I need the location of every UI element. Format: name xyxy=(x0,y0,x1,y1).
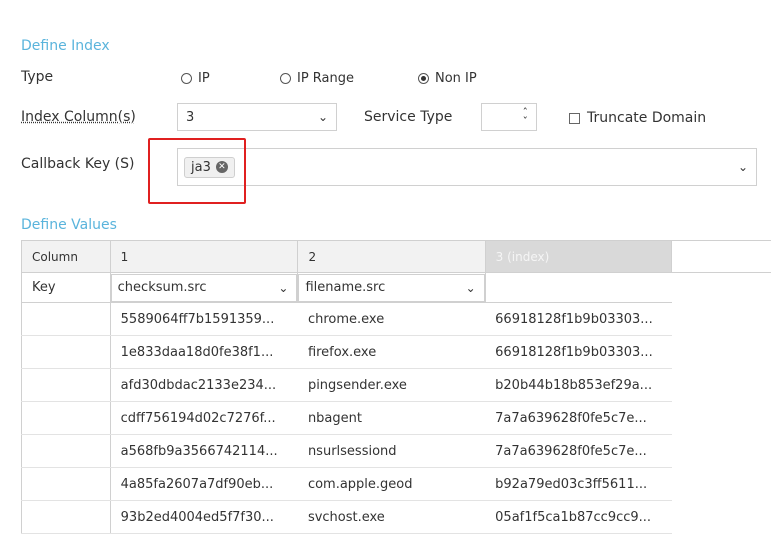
type-label: Type xyxy=(21,69,54,85)
cell-col1: 1e833daa18d0fe38f1... xyxy=(110,335,298,369)
header-col-1: 1 xyxy=(110,240,299,273)
cell-col1: afd30dbdac2133e234... xyxy=(110,368,298,402)
key-col2-value: filename.src xyxy=(305,280,386,295)
header-col-3-index: 3 (index) xyxy=(485,240,673,273)
define-values-title: Define Values xyxy=(21,217,117,233)
up-down-icon: ˆˇ xyxy=(522,106,529,128)
radio-circle-icon xyxy=(181,73,192,84)
truncate-domain-checkbox[interactable]: Truncate Domain xyxy=(569,110,706,126)
cell-col2: svchost.exe xyxy=(297,500,486,534)
cell-col2: nsurlsessiond xyxy=(297,434,486,468)
radio-selected-icon xyxy=(418,73,429,84)
index-columns-select[interactable]: 3 ⌄ xyxy=(177,103,337,131)
type-radio-non-ip-label: Non IP xyxy=(435,71,477,86)
table-row: a568fb9a3566742114... nsurlsessiond 7a7a… xyxy=(21,434,771,468)
key-col1-value: checksum.src xyxy=(117,280,207,295)
type-radio-non-ip[interactable]: Non IP xyxy=(418,71,477,86)
checkbox-icon xyxy=(569,112,580,124)
cell-col1: a568fb9a3566742114... xyxy=(110,434,298,468)
chevron-down-icon: ⌄ xyxy=(278,280,289,295)
service-type-select[interactable]: ˆˇ xyxy=(481,103,537,131)
highlight-box xyxy=(148,138,246,204)
cell-col3: b92a79ed03c3ff5611... xyxy=(485,467,672,501)
key-col2-select[interactable]: filename.src ⌄ xyxy=(298,273,485,302)
cell-col1: 4a85fa2607a7df90eb... xyxy=(110,467,298,501)
table-row: afd30dbdac2133e234... pingsender.exe b20… xyxy=(21,368,771,402)
cell-col3: b20b44b18b853ef29a... xyxy=(485,368,672,402)
cell-col3: 66918128f1b9b03303... xyxy=(485,335,672,369)
index-columns-value: 3 xyxy=(186,109,195,125)
chevron-down-icon: ⌄ xyxy=(317,110,328,124)
cell-col3: 66918128f1b9b03303... xyxy=(485,302,672,336)
define-index-title: Define Index xyxy=(21,38,110,54)
table-row: 93b2ed4004ed5f7f30... svchost.exe 05af1f… xyxy=(21,500,771,534)
cell-col2: chrome.exe xyxy=(297,302,486,336)
truncate-domain-label: Truncate Domain xyxy=(587,110,707,126)
cell-col2: firefox.exe xyxy=(297,335,486,369)
cell-col2: pingsender.exe xyxy=(297,368,486,402)
chevron-down-icon: ⌄ xyxy=(465,280,476,295)
type-radio-ip-range-label: IP Range xyxy=(297,71,355,86)
values-table: Column 1 2 3 (index) Key checksum.src ⌄ … xyxy=(21,240,771,534)
cell-col1: 93b2ed4004ed5f7f30... xyxy=(110,500,298,534)
cell-col2: nbagent xyxy=(297,401,486,435)
type-radio-ip[interactable]: IP xyxy=(181,71,210,86)
service-type-label: Service Type xyxy=(364,109,453,125)
callback-key-select[interactable]: ja3 ✕ ⌄ xyxy=(177,148,757,186)
table-row: 1e833daa18d0fe38f1... firefox.exe 669181… xyxy=(21,335,771,369)
table-header-row: Column 1 2 3 (index) xyxy=(21,240,771,273)
table-row: cdff756194d02c7276f... nbagent 7a7a63962… xyxy=(21,401,771,435)
index-columns-label: Index Column(s) xyxy=(21,109,136,125)
header-col-2: 2 xyxy=(297,240,486,273)
cell-col3: 05af1f5ca1b87cc9cc9... xyxy=(485,500,672,534)
table-row: 5589064ff7b1591359... chrome.exe 6691812… xyxy=(21,302,771,336)
table-row: 4a85fa2607a7df90eb... com.apple.geod b92… xyxy=(21,467,771,501)
cell-col1: 5589064ff7b1591359... xyxy=(110,302,298,336)
type-radio-ip-label: IP xyxy=(198,71,210,86)
radio-circle-icon xyxy=(280,73,291,84)
key-label: Key xyxy=(21,272,111,303)
cell-col3: 7a7a639628f0fe5c7e... xyxy=(485,434,672,468)
callback-key-label: Callback Key (S) xyxy=(21,156,135,172)
header-empty xyxy=(671,240,771,273)
cell-col3: 7a7a639628f0fe5c7e... xyxy=(485,401,672,435)
cell-col2: com.apple.geod xyxy=(297,467,486,501)
header-column: Column xyxy=(21,240,111,273)
chevron-down-icon: ⌄ xyxy=(737,160,748,174)
key-row: Key checksum.src ⌄ filename.src ⌄ xyxy=(21,272,771,303)
type-radio-ip-range[interactable]: IP Range xyxy=(280,71,354,86)
cell-col1: cdff756194d02c7276f... xyxy=(110,401,298,435)
key-col1-select[interactable]: checksum.src ⌄ xyxy=(110,273,298,302)
